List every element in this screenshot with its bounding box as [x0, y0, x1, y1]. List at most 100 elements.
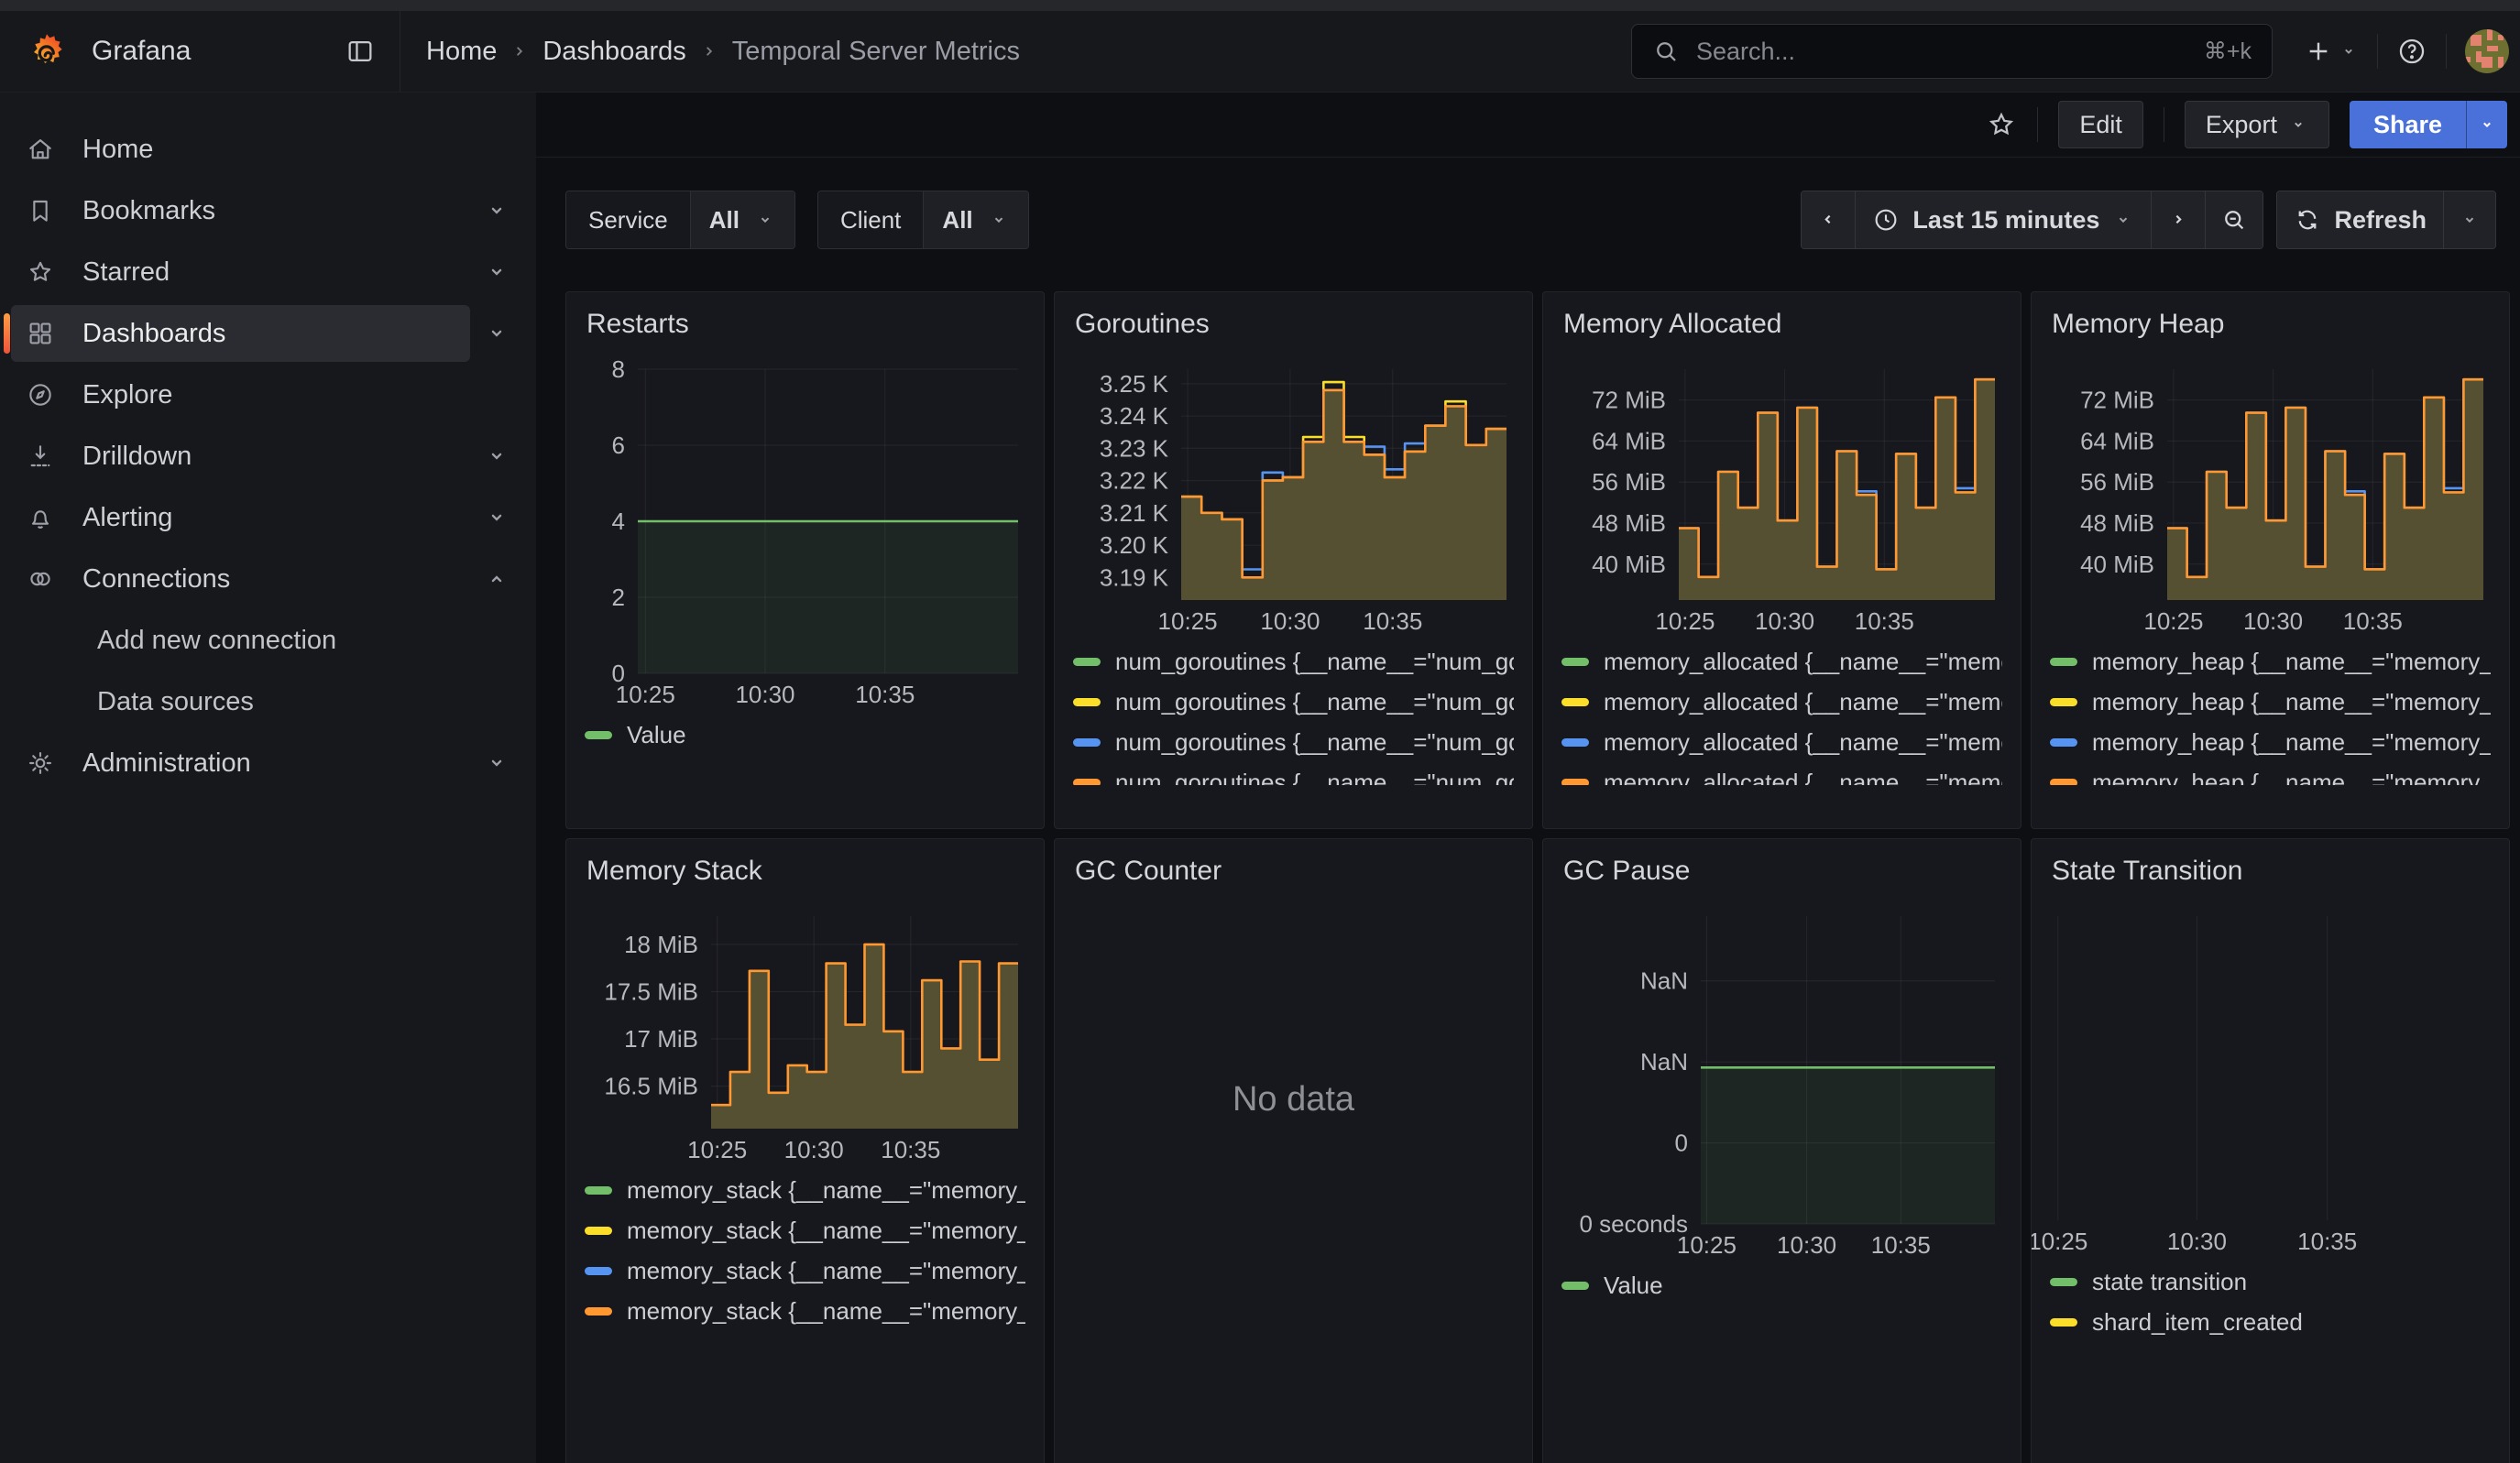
panel-title[interactable]: Memory Allocated [1563, 309, 2002, 340]
legend-item[interactable]: memory_heap {__name__="memory_heap", [2050, 767, 2491, 785]
sidebar-item-alerting-link[interactable]: Alerting [11, 489, 470, 546]
search-input[interactable] [1694, 37, 2204, 67]
legend-swatch [1561, 779, 1589, 786]
legend-label: num_goroutines {__name__="num_goroutines… [1115, 769, 1514, 786]
sidebar-item-bookmarks: Bookmarks [11, 182, 523, 239]
panel-title[interactable]: Memory Stack [586, 856, 1025, 887]
sidebar-item-dashboards: Dashboards [11, 305, 523, 362]
legend-item[interactable]: memory_allocated {__name__="memory_alloc… [1561, 646, 2002, 677]
svg-text:40 MiB: 40 MiB [2080, 551, 2154, 578]
chevron-down-icon[interactable] [470, 443, 523, 469]
chevron-down-icon [2477, 115, 2497, 135]
gear-icon [26, 748, 55, 778]
legend-item[interactable]: memory_stack {__name__="memory_stack", [585, 1174, 1025, 1206]
chevron-down-icon[interactable] [470, 259, 523, 285]
memory-heap-chart[interactable]: 40 MiB48 MiB56 MiB64 MiB72 MiB10:2510:30… [2050, 360, 2491, 635]
legend-item[interactable]: memory_allocated {__name__="memory_alloc… [1561, 767, 2002, 785]
legend-item[interactable]: memory_allocated {__name__="memory_alloc… [1561, 686, 2002, 717]
share-button[interactable]: Share [2350, 101, 2466, 148]
export-button[interactable]: Export [2185, 101, 2329, 148]
svg-text:17.5 MiB: 17.5 MiB [604, 978, 698, 1006]
legend-item[interactable]: memory_allocated {__name__="memory_alloc… [1561, 726, 2002, 758]
sidebar-item-drilldown-link[interactable]: Drilldown [11, 428, 470, 485]
sidebar-item-connections-link[interactable]: Connections [11, 551, 470, 607]
legend-swatch [585, 1227, 612, 1235]
legend-item[interactable]: Value [1561, 1270, 2002, 1301]
sidebar-toggle-icon[interactable] [345, 36, 376, 67]
chevron-down-icon[interactable] [470, 750, 523, 776]
legend-item[interactable]: num_goroutines {__name__="num_goroutines… [1073, 726, 1514, 758]
zoom-out-icon [2220, 206, 2248, 234]
panel-title[interactable]: Goroutines [1075, 309, 1514, 340]
svg-text:48 MiB: 48 MiB [1592, 509, 1666, 537]
refresh-icon [2294, 206, 2321, 234]
search-bar[interactable]: ⌘+k [1631, 24, 2273, 79]
client-filter[interactable]: Client All [817, 191, 1029, 249]
panel-title[interactable]: GC Counter [1075, 856, 1514, 887]
legend-item[interactable]: num_goroutines {__name__="num_goroutines… [1073, 767, 1514, 785]
restarts-chart[interactable]: 0246810:2510:3010:35 [585, 360, 1025, 708]
no-data-message: No data [1073, 907, 1514, 1292]
panel-memory-heap: Memory Heap 40 MiB48 MiB56 MiB64 MiB72 M… [2031, 291, 2510, 829]
legend-swatch [585, 1186, 612, 1195]
goroutines-chart[interactable]: 3.19 K3.20 K3.21 K3.22 K3.23 K3.24 K3.25… [1073, 360, 1514, 635]
sidebar-item-data-sources-link[interactable]: Data sources [11, 673, 470, 730]
chevron-up-icon[interactable] [470, 566, 523, 592]
sidebar-item-explore-link[interactable]: Explore [11, 366, 470, 423]
grafana-logo[interactable] [26, 30, 68, 72]
breadcrumb-item[interactable]: Dashboards [542, 37, 685, 67]
breadcrumb-item[interactable]: Home [426, 37, 497, 67]
legend-item[interactable]: Value [585, 719, 1025, 750]
sidebar-item-dashboards-link[interactable]: Dashboards [11, 305, 470, 362]
gc-pause-chart[interactable]: 0 seconds0NaNNaN10:2510:3010:35 [1561, 907, 2002, 1259]
zoom-out-button[interactable] [2205, 191, 2263, 248]
chevron-down-icon[interactable] [470, 321, 523, 346]
sidebar-item-starred-link[interactable]: Starred [11, 244, 470, 300]
service-filter[interactable]: Service All [565, 191, 795, 249]
svg-text:10:30: 10:30 [1777, 1231, 1836, 1259]
panel-title[interactable]: Restarts [586, 309, 1025, 340]
time-range-button[interactable]: Last 15 minutes [1855, 191, 2151, 248]
chevron-down-icon[interactable] [470, 505, 523, 530]
sidebar-item-add-new-connection-link[interactable]: Add new connection [11, 612, 470, 669]
sidebar-item-administration-link[interactable]: Administration [11, 735, 470, 792]
add-new-button[interactable] [2304, 37, 2359, 66]
legend-item[interactable]: memory_stack {__name__="memory_stack", [585, 1255, 1025, 1286]
legend-label: num_goroutines {__name__="num_goroutines… [1115, 648, 1514, 676]
sidebar-item-label: Home [82, 135, 153, 165]
legend-item[interactable]: state transition [2050, 1266, 2491, 1297]
sidebar-item-bookmarks-link[interactable]: Bookmarks [11, 182, 470, 239]
drilldown-icon [26, 442, 55, 471]
legend-item[interactable]: memory_heap {__name__="memory_heap", [2050, 646, 2491, 677]
share-menu-button[interactable] [2466, 101, 2507, 148]
user-avatar[interactable] [2465, 29, 2509, 73]
refresh-button[interactable]: Refresh [2277, 191, 2443, 248]
svg-text:10:30: 10:30 [1260, 607, 1320, 635]
favorite-star-icon[interactable] [1986, 109, 2017, 140]
memory-stack-chart[interactable]: 16.5 MiB17 MiB17.5 MiB18 MiB10:2510:3010… [585, 907, 1025, 1163]
sidebar-item-home-link[interactable]: Home [11, 121, 470, 178]
legend-item[interactable]: memory_stack {__name__="memory_stack", [585, 1215, 1025, 1246]
legend-item[interactable]: num_goroutines {__name__="num_goroutines… [1073, 646, 1514, 677]
chevron-down-icon[interactable] [470, 198, 523, 224]
time-back-button[interactable] [1802, 191, 1855, 248]
legend-item[interactable]: shard_item_created [2050, 1306, 2491, 1337]
time-forward-button[interactable] [2151, 191, 2205, 248]
help-button[interactable] [2396, 36, 2427, 67]
legend-item[interactable]: memory_stack {__name__="memory_stack", [585, 1295, 1025, 1327]
svg-text:10:30: 10:30 [735, 681, 794, 708]
sidebar-item-connections: Connections [11, 551, 523, 607]
panel-memory-stack: Memory Stack 16.5 MiB17 MiB17.5 MiB18 Mi… [565, 838, 1045, 1463]
state-transition-chart[interactable]: 10:2510:3010:35 [2032, 907, 2510, 1255]
panel-title[interactable]: GC Pause [1563, 856, 2002, 887]
legend-item[interactable]: num_goroutines {__name__="num_goroutines… [1073, 686, 1514, 717]
svg-text:0: 0 [1675, 1130, 1688, 1157]
panel-title[interactable]: Memory Heap [2052, 309, 2491, 340]
edit-button[interactable]: Edit [2058, 101, 2143, 148]
legend-item[interactable]: memory_heap {__name__="memory_heap", [2050, 686, 2491, 717]
legend-item[interactable]: memory_heap {__name__="memory_heap", [2050, 726, 2491, 758]
svg-text:10:30: 10:30 [784, 1136, 844, 1163]
refresh-interval-button[interactable] [2443, 191, 2495, 248]
memory-allocated-chart[interactable]: 40 MiB48 MiB56 MiB64 MiB72 MiB10:2510:30… [1561, 360, 2002, 635]
panel-title[interactable]: State Transition [2052, 856, 2491, 887]
